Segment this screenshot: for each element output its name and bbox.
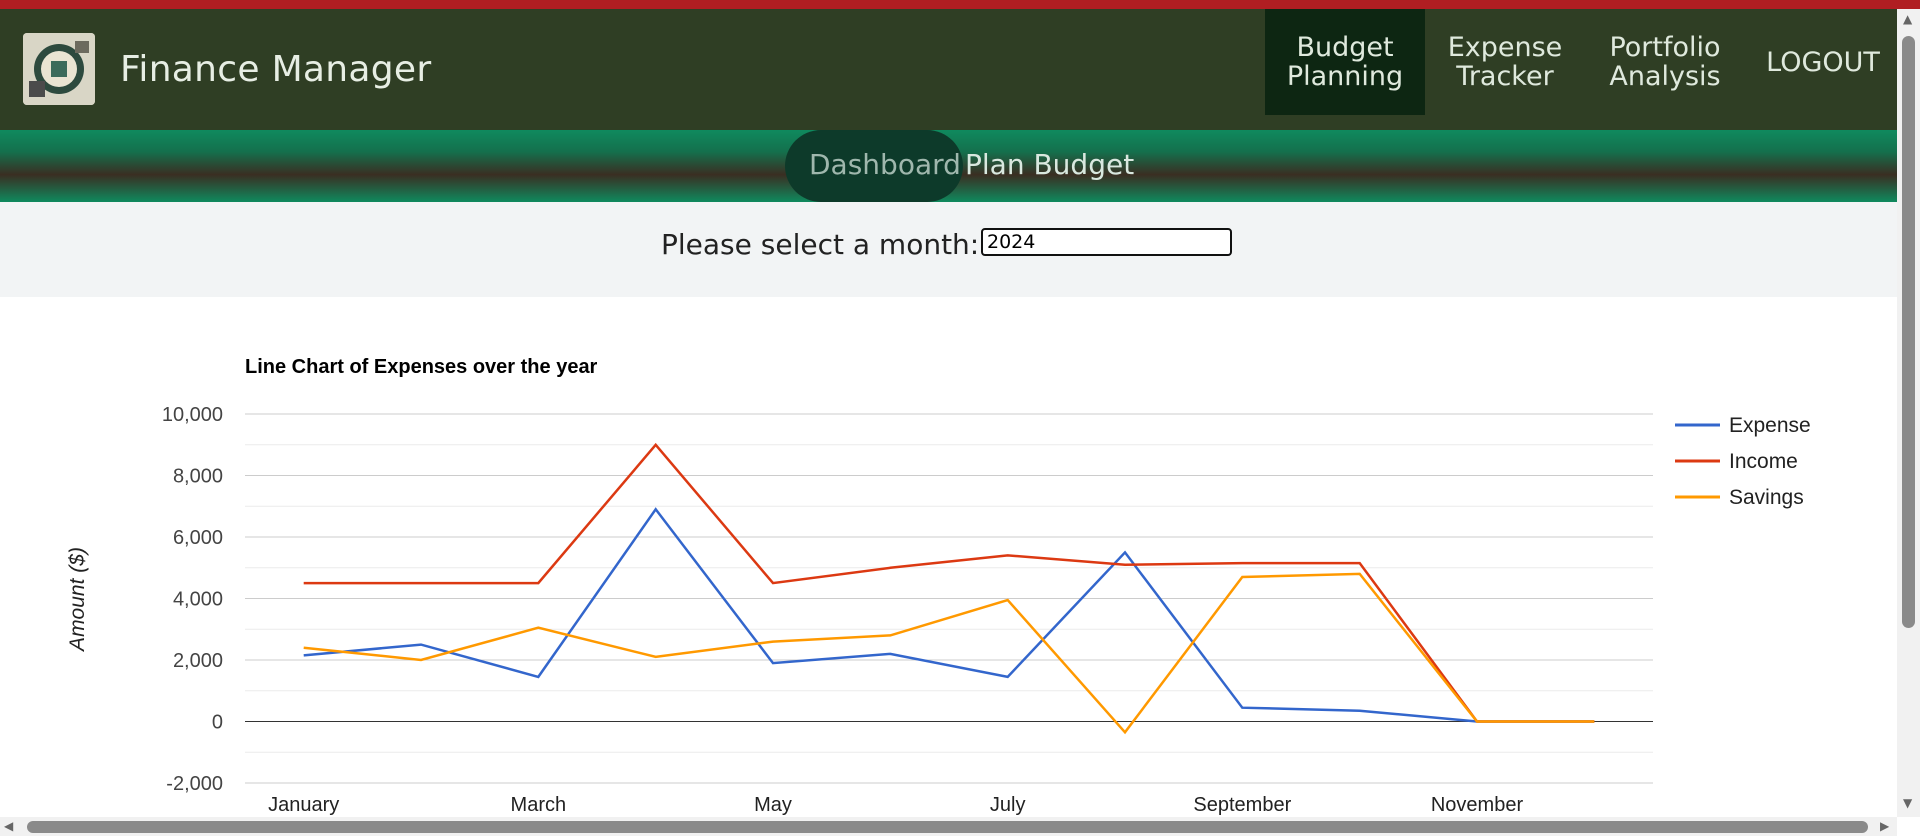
x-tick-label: September: [1193, 794, 1291, 815]
legend-label-income: Income: [1729, 450, 1798, 473]
nav-logout-label: LOGOUT: [1766, 46, 1880, 78]
scroll-down-arrow-icon[interactable]: ▼: [1903, 796, 1912, 810]
y-tick-label: 8,000: [173, 466, 223, 488]
chart-series-lines: [303, 442, 1595, 735]
subnav-dashboard[interactable]: Dashboard: [809, 148, 961, 181]
chart-y-axis-label: Amount ($): [66, 547, 89, 653]
nav-expense-tracker[interactable]: Expense Tracker: [1425, 9, 1585, 115]
nav-label-line: Analysis: [1609, 61, 1721, 92]
chart-title: Line Chart of Expenses over the year: [245, 356, 598, 378]
legend-label-savings: Savings: [1729, 486, 1804, 509]
nav-label-line: Tracker: [1456, 61, 1554, 92]
month-filter-label: Please select a month:: [661, 228, 980, 261]
x-tick-label: July: [990, 794, 1026, 815]
nav-label-line: Budget: [1296, 32, 1394, 63]
y-tick-label: 10,000: [162, 404, 223, 426]
chart-gridlines: [245, 413, 1653, 784]
series-line-expense: [303, 507, 1595, 723]
legend-label-expense: Expense: [1729, 414, 1811, 437]
nav-label-line: Portfolio: [1609, 32, 1721, 63]
x-tick-label: January: [268, 794, 339, 815]
nav-label-line: Planning: [1286, 61, 1404, 92]
chart-legend: Expense Income Savings: [1675, 414, 1811, 509]
month-filter-bar: Please select a month:: [0, 202, 1897, 297]
scroll-right-arrow-icon[interactable]: ▶: [1880, 819, 1889, 833]
chart-x-ticks: January March May July September November: [268, 794, 1523, 815]
app-title: Finance Manager: [120, 49, 432, 90]
sub-navbar: Dashboard Plan Budget: [0, 130, 1897, 202]
nav-portfolio-analysis[interactable]: Portfolio Analysis: [1585, 9, 1745, 115]
top-accent-bar: [0, 0, 1920, 9]
series-line-savings: [303, 572, 1595, 735]
x-tick-label: May: [754, 794, 792, 815]
scroll-up-arrow-icon[interactable]: ▲: [1903, 12, 1912, 26]
month-input[interactable]: [981, 228, 1232, 256]
chart-y-ticks: 10,000 8,000 6,000 4,000 2,000 0 -2,000: [162, 404, 223, 795]
vertical-scrollbar-thumb[interactable]: [1902, 36, 1915, 628]
nav-logout[interactable]: LOGOUT: [1758, 9, 1888, 115]
nav-budget-planning[interactable]: Budget Planning: [1265, 9, 1425, 115]
x-tick-label: March: [511, 794, 567, 815]
y-tick-label: -2,000: [166, 773, 223, 795]
y-tick-label: 2,000: [173, 650, 223, 672]
nav-label-line: Expense: [1447, 32, 1563, 63]
horizontal-scrollbar-thumb[interactable]: [27, 821, 1868, 833]
app-logo-icon[interactable]: [23, 33, 95, 105]
subnav-plan-budget[interactable]: Plan Budget: [965, 148, 1134, 181]
y-tick-label: 6,000: [173, 527, 223, 549]
y-tick-label: 0: [212, 712, 223, 734]
y-tick-label: 4,000: [173, 589, 223, 611]
x-tick-label: November: [1431, 794, 1524, 815]
expenses-line-chart: Line Chart of Expenses over the year 10,…: [66, 356, 1811, 815]
series-line-income: [303, 442, 1595, 723]
scroll-left-arrow-icon[interactable]: ◀: [4, 819, 13, 833]
